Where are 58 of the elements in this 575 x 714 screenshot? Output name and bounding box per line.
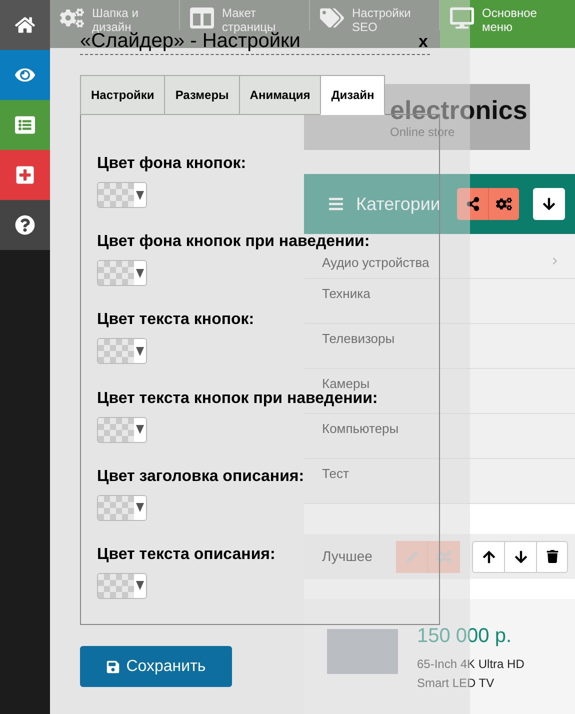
arrow-down-icon bbox=[514, 550, 528, 564]
arrow-up-icon bbox=[482, 550, 496, 564]
color-picker[interactable] bbox=[97, 416, 147, 443]
product-name: 65-Inch 4K Ultra HD Smart LED TV bbox=[417, 656, 526, 692]
top-menu-tab[interactable]: Основное меню bbox=[440, 0, 575, 48]
categories-title: Категории bbox=[356, 192, 440, 216]
settings-icon bbox=[436, 548, 452, 564]
photo-placeholder bbox=[327, 629, 398, 674]
color-picker[interactable] bbox=[97, 260, 147, 286]
sidebar-button[interactable] bbox=[0, 200, 50, 250]
field-label: Цвет текста описания: bbox=[97, 546, 276, 564]
tab[interactable]: Размеры bbox=[164, 75, 240, 115]
help-icon bbox=[15, 215, 35, 235]
color-picker[interactable] bbox=[97, 572, 147, 599]
move-down-button[interactable] bbox=[533, 188, 565, 220]
gears-icon bbox=[60, 6, 84, 30]
share-icon bbox=[466, 197, 480, 211]
trash-icon bbox=[546, 550, 559, 563]
tab[interactable]: Дизайн bbox=[320, 75, 386, 115]
list-icon bbox=[15, 115, 35, 135]
tag-icon bbox=[320, 6, 344, 30]
sidebar-button[interactable] bbox=[0, 50, 50, 100]
color-picker[interactable] bbox=[97, 182, 147, 208]
product-price: 150 000 р. bbox=[417, 624, 512, 649]
close-button[interactable]: x bbox=[418, 32, 428, 52]
dropdown-arrow-icon bbox=[136, 503, 144, 512]
dropdown-arrow-icon bbox=[136, 190, 144, 200]
field-label: Цвет фона кнопок при наведении: bbox=[97, 233, 370, 252]
dropdown-arrow-icon bbox=[136, 425, 144, 434]
field-label: Цвет фона кнопок: bbox=[97, 155, 246, 173]
plus-icon bbox=[15, 165, 35, 185]
monitor-icon bbox=[450, 6, 474, 30]
layout-icon bbox=[190, 6, 214, 30]
field-label: Цвет текста кнопок: bbox=[97, 311, 254, 330]
dropdown-arrow-icon bbox=[136, 268, 144, 278]
pencil-icon bbox=[406, 550, 418, 562]
save-button[interactable]: Сохранить bbox=[80, 646, 232, 687]
home-icon bbox=[15, 15, 35, 35]
color-picker[interactable] bbox=[97, 338, 147, 364]
dropdown-arrow-icon bbox=[136, 346, 144, 356]
category-link[interactable]: Тест bbox=[322, 464, 349, 484]
color-picker[interactable] bbox=[97, 494, 147, 521]
menu-icon bbox=[328, 196, 344, 212]
chevron-right-icon bbox=[551, 257, 559, 265]
category-link[interactable]: Аудио устройства bbox=[322, 253, 430, 272]
sidebar-button[interactable] bbox=[0, 0, 50, 50]
category-link[interactable]: Телевизоры bbox=[322, 329, 395, 348]
best-title: Лучшее bbox=[322, 547, 372, 566]
tab[interactable]: Настройки bbox=[80, 75, 166, 115]
settings-icon bbox=[496, 196, 512, 212]
category-link[interactable]: Компьютеры bbox=[322, 419, 399, 438]
arrow-down-icon bbox=[542, 197, 556, 211]
field-label: Цвет заголовка описания: bbox=[97, 468, 304, 486]
dropdown-arrow-icon bbox=[136, 581, 144, 590]
save-icon bbox=[106, 660, 120, 674]
category-link[interactable]: Техника bbox=[322, 284, 370, 304]
sidebar-button[interactable] bbox=[0, 150, 50, 200]
tab[interactable]: Анимация bbox=[238, 75, 322, 115]
